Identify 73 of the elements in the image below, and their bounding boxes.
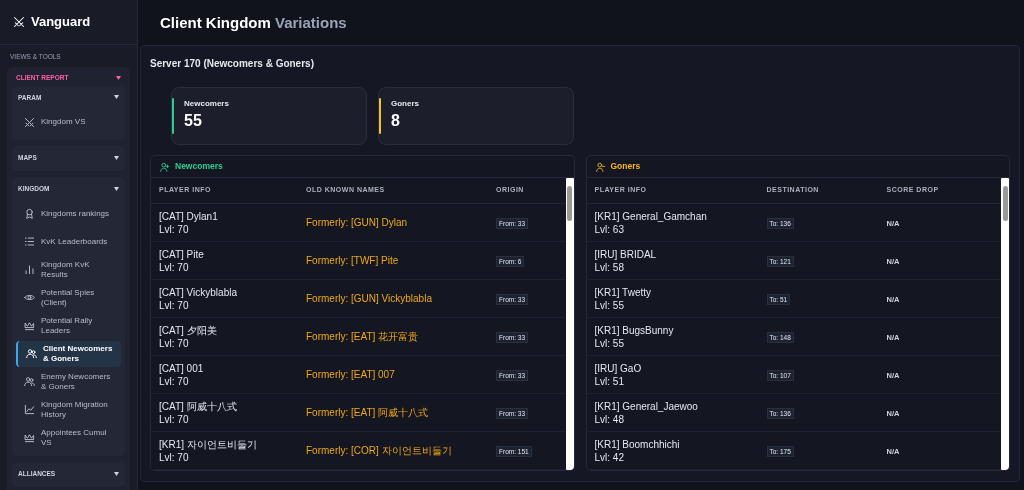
player-name: [KR1] Boomchhichi	[594, 437, 681, 451]
caret-icon	[116, 75, 121, 80]
player-level: Lvl: 42	[594, 450, 625, 464]
player-level: Lvl: 51	[594, 374, 625, 388]
nav-item[interactable]: Kingdom Migration History	[16, 396, 121, 423]
user-plus-icon	[160, 161, 170, 172]
people-icon	[24, 376, 35, 388]
player-level: Lvl: 70	[159, 336, 190, 350]
player-level: Lvl: 55	[594, 298, 625, 312]
player-name: [KR1] Twetty	[594, 285, 652, 299]
page-title: Client Kingdom Variations	[159, 13, 348, 33]
nav-item[interactable]: Enemy Newcomers & Goners	[16, 368, 121, 395]
player-name: [KR1] General_Gamchan	[594, 209, 708, 223]
player-name: [CAT] Vickyblabla	[159, 285, 238, 299]
player-name: [KR1] 자이언트비둘기	[159, 437, 258, 451]
former-name: Formerly: [TWF] Pite	[306, 255, 399, 266]
nav-item[interactable]: KvK Leaderboards	[16, 228, 121, 255]
ribbon-icon	[24, 208, 35, 220]
player-level: Lvl: 48	[594, 412, 625, 426]
line-chart-icon	[24, 404, 35, 416]
player-level: Lvl: 70	[159, 260, 190, 274]
stat-label: Newcomers	[184, 98, 229, 110]
nav-item[interactable]: Potential Rally Leaders	[16, 312, 121, 339]
list-icon	[24, 236, 35, 248]
stat-label: Goners	[391, 98, 419, 110]
nav-item[interactable]: Kingdoms rankings	[16, 200, 121, 227]
former-name: Formerly: [GUN] Dylan	[306, 217, 408, 228]
player-level: Lvl: 70	[159, 222, 190, 236]
former-name: Formerly: [EAT] 花开富贵	[306, 331, 419, 342]
swords-icon	[24, 116, 35, 128]
nav-item[interactable]: Kingdom KvK Results	[16, 256, 121, 283]
player-name: [IRU] GaO	[594, 361, 643, 375]
nav-item[interactable]: Potential Spies (Client)	[16, 284, 121, 311]
player-level: Lvl: 70	[159, 412, 190, 426]
user-minus-icon	[595, 161, 606, 172]
crown-icon	[24, 320, 35, 332]
player-name: [CAT] Pite	[159, 247, 205, 261]
brand-name: Vanguard	[31, 13, 91, 32]
player-name: [CAT] 阿威十八式	[159, 399, 238, 413]
caret-icon	[114, 471, 119, 476]
nav-item[interactable]: Client Newcomers & Goners	[16, 340, 121, 367]
player-name: [CAT] 001	[159, 361, 205, 375]
swords-icon	[13, 16, 25, 28]
former-name: Formerly: [COR] 자이언트비둘기	[306, 445, 452, 456]
scrollbar[interactable]	[1001, 178, 1009, 470]
player-name: [IRU] BRIDAL	[594, 247, 658, 261]
stat-value: 55	[184, 111, 203, 131]
player-name: [KR1] General_Jaewoo	[594, 399, 699, 413]
scrollbar[interactable]	[565, 178, 574, 470]
people-icon	[26, 348, 37, 360]
player-level: Lvl: 70	[159, 450, 190, 464]
player-level: Lvl: 58	[594, 260, 625, 274]
player-name: [CAT] Dylan1	[159, 209, 219, 223]
nav-item[interactable]: Kingdom VS	[16, 109, 121, 136]
player-level: Lvl: 63	[594, 222, 625, 236]
former-name: Formerly: [EAT] 007	[306, 369, 395, 380]
player-name: [CAT] 夕阳美	[159, 323, 218, 337]
table-title: Goners	[610, 160, 641, 173]
former-name: Formerly: [GUN] Vickyblabla	[306, 293, 432, 304]
section-title: Server 170 (Newcomers & Goners)	[150, 57, 315, 71]
player-level: Lvl: 70	[159, 374, 190, 388]
crown-icon	[24, 432, 35, 444]
former-name: Formerly: [EAT] 阿威十八式	[306, 407, 429, 418]
table-title: Newcomers	[175, 160, 223, 173]
stat-value: 8	[391, 111, 401, 131]
caret-icon	[114, 95, 119, 100]
nav-item[interactable]: Appointees Cumul VS	[16, 424, 121, 451]
caret-icon	[114, 186, 119, 191]
bar-chart-icon	[24, 264, 35, 276]
caret-icon	[114, 156, 119, 161]
player-level: Lvl: 55	[594, 336, 625, 350]
player-name: [KR1] BugsBunny	[594, 323, 675, 337]
player-level: Lvl: 70	[159, 298, 190, 312]
